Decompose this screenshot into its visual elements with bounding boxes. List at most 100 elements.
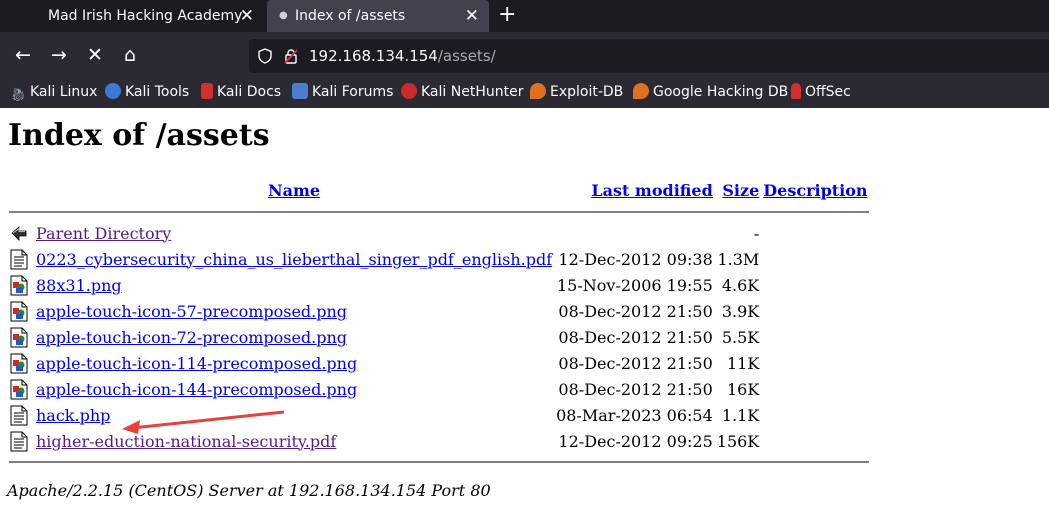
- bookmark-label: Kali Tools: [125, 84, 190, 100]
- table-row: 88x31.png 15-Nov-2006 19:55 4.6K: [9, 273, 869, 297]
- page-title: Index of /assets: [8, 118, 270, 153]
- size-cell: 11K: [726, 353, 760, 373]
- text-file-icon: [9, 403, 33, 427]
- bookmarks-toolbar: 🐉︎ Kali Linux Kali Tools Kali Docs Kali F…: [0, 78, 1049, 108]
- bookmark-label: Kali Forums: [312, 84, 394, 100]
- bookmark-offsec[interactable]: OffSec: [791, 78, 851, 106]
- image-file-icon: [9, 299, 33, 323]
- bookmark-kali-nethunter[interactable]: Kali NetHunter: [401, 78, 523, 106]
- close-icon[interactable]: ✕: [240, 0, 254, 32]
- table-row: 0223_cybersecurity_china_us_lieberthal_s…: [9, 247, 869, 271]
- annotation-arrow: [122, 410, 285, 434]
- table-row: Parent Directory -: [9, 221, 869, 245]
- header-divider: [9, 211, 869, 213]
- bookmark-exploit-db[interactable]: Exploit-DB: [530, 78, 623, 106]
- last-modified-cell: 08-Mar-2023 06:54: [556, 405, 713, 425]
- url-bar[interactable]: 192.168.134.154/assets/: [249, 39, 1049, 73]
- file-link[interactable]: apple-touch-icon-144-precomposed.png: [36, 380, 357, 399]
- size-cell: 5.5K: [721, 327, 760, 347]
- description-cell: [762, 247, 868, 271]
- server-signature: Apache/2.2.15 (CentOS) Server at 192.168…: [7, 481, 491, 500]
- last-modified-cell: 08-Dec-2012 21:50: [558, 379, 713, 399]
- header-row: Name Last modified Size Description: [9, 177, 869, 203]
- last-modified-cell: 08-Dec-2012 21:50: [558, 353, 713, 373]
- sort-by-name-link[interactable]: Name: [268, 181, 320, 200]
- table-row: apple-touch-icon-114-precomposed.png 08-D…: [9, 351, 869, 375]
- last-modified-cell: 12-Dec-2012 09:25: [558, 431, 713, 451]
- shield-icon[interactable]: [257, 39, 273, 73]
- bookmark-label: Kali Linux: [30, 84, 98, 100]
- description-cell: [762, 299, 868, 323]
- forward-button[interactable]: →: [46, 42, 72, 68]
- image-file-icon: [9, 325, 33, 349]
- last-modified-cell: 08-Dec-2012 21:50: [558, 327, 713, 347]
- table-row: apple-touch-icon-57-precomposed.png 08-De…: [9, 299, 869, 323]
- kali-dragon-icon: 🐉︎: [10, 88, 27, 103]
- bookmark-google-hacking-db[interactable]: Google Hacking DB: [633, 78, 788, 106]
- description-cell: [762, 325, 868, 349]
- icon-column-header: [9, 177, 33, 203]
- page-content: Index of /assets Name Last modified Size…: [0, 108, 1049, 519]
- description-cell: [762, 429, 868, 453]
- back-icon: [9, 221, 33, 245]
- size-cell: 1.1K: [721, 405, 760, 425]
- description-cell: [762, 221, 868, 245]
- kali-tools-icon: [105, 83, 121, 99]
- size-cell: 1.3M: [717, 249, 760, 269]
- tab-mad-irish[interactable]: Mad Irish Hacking Academy ✕: [0, 0, 264, 32]
- url-text[interactable]: 192.168.134.154/assets/: [309, 39, 496, 73]
- text-file-icon: [9, 429, 33, 453]
- sort-by-size-link[interactable]: Size: [722, 181, 759, 200]
- bookmark-kali-linux[interactable]: 🐉︎ Kali Linux: [10, 78, 97, 106]
- bookmark-label: Google Hacking DB: [653, 84, 789, 100]
- exploit-db-icon: [530, 83, 546, 99]
- bookmark-label: Exploit-DB: [550, 84, 624, 100]
- insecure-lock-icon[interactable]: [283, 39, 299, 73]
- size-cell: -: [753, 223, 760, 243]
- size-cell: 3.9K: [721, 301, 760, 321]
- tab-bar: Mad Irish Hacking Academy ✕ ● Index of /…: [0, 0, 1049, 32]
- back-button[interactable]: ←: [10, 42, 36, 68]
- size-cell: 16K: [726, 379, 760, 399]
- file-link[interactable]: Parent Directory: [36, 224, 171, 243]
- size-cell: 4.6K: [721, 275, 760, 295]
- url-host: 192.168.134.154: [309, 47, 438, 65]
- bookmark-label: OffSec: [805, 84, 851, 100]
- last-modified-cell: 08-Dec-2012 21:50: [558, 301, 713, 321]
- description-cell: [762, 273, 868, 297]
- text-file-icon: [9, 247, 33, 271]
- footer-divider: [9, 461, 869, 463]
- stop-button[interactable]: ✕: [82, 42, 108, 68]
- description-cell: [762, 377, 868, 401]
- offsec-icon: [791, 83, 801, 99]
- image-file-icon: [9, 351, 33, 375]
- home-button[interactable]: ⌂: [117, 42, 143, 68]
- image-file-icon: [9, 273, 33, 297]
- sort-by-description-link[interactable]: Description: [763, 181, 867, 200]
- tab-index-of-assets[interactable]: ● Index of /assets ✕: [267, 0, 489, 32]
- file-link[interactable]: hack.php: [36, 406, 110, 425]
- sort-by-modified-link[interactable]: Last modified: [591, 181, 712, 200]
- bookmark-kali-tools[interactable]: Kali Tools: [105, 78, 189, 106]
- file-link[interactable]: apple-touch-icon-114-precomposed.png: [36, 354, 357, 373]
- file-link[interactable]: apple-touch-icon-72-precomposed.png: [36, 328, 347, 347]
- last-modified-cell: [555, 221, 714, 245]
- tab-title: Mad Irish Hacking Academy: [48, 8, 243, 24]
- url-path: /assets/: [437, 47, 496, 65]
- description-cell: [762, 351, 868, 375]
- description-cell: [762, 403, 868, 427]
- ghdb-icon: [633, 83, 649, 99]
- file-link[interactable]: apple-touch-icon-57-precomposed.png: [36, 302, 347, 321]
- bookmark-label: Kali Docs: [217, 84, 282, 100]
- file-link[interactable]: 0223_cybersecurity_china_us_lieberthal_s…: [36, 250, 552, 269]
- bookmark-kali-forums[interactable]: Kali Forums: [292, 78, 393, 106]
- nethunter-icon: [401, 83, 417, 99]
- table-row: apple-touch-icon-72-precomposed.png 08-De…: [9, 325, 869, 349]
- size-cell: 156K: [716, 431, 760, 451]
- last-modified-cell: 12-Dec-2012 09:38: [558, 249, 713, 269]
- file-link[interactable]: 88x31.png: [36, 276, 122, 295]
- close-icon[interactable]: ✕: [465, 0, 479, 32]
- bookmark-kali-docs[interactable]: Kali Docs: [201, 78, 281, 106]
- new-tab-button[interactable]: +: [498, 0, 516, 32]
- image-file-icon: [9, 377, 33, 401]
